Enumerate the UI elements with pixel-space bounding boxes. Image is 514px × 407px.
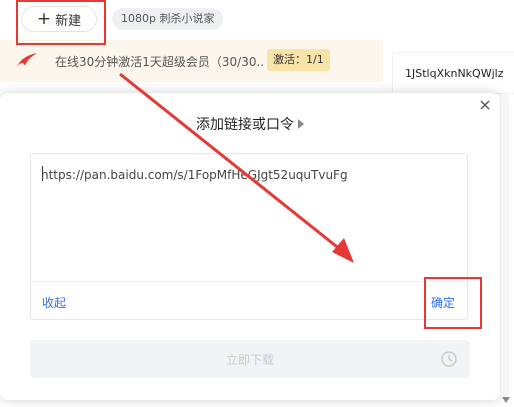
scrollbar[interactable]: [501, 95, 509, 400]
dialog-title-row: 添加链接或口令: [0, 114, 500, 134]
close-icon[interactable]: [478, 97, 492, 111]
plus-icon: +: [36, 8, 52, 29]
new-button-label: 新建: [55, 13, 82, 29]
caret-right-icon: [298, 119, 304, 129]
promo-banner[interactable]: 在线30分钟激活1天超级会员（30/30... 激活：1/1: [0, 40, 383, 82]
brand-logo-icon: [16, 52, 38, 72]
top-toolbar: + 新建 1080p 刺杀小说家: [0, 0, 514, 38]
search-history-chip[interactable]: 1080p 刺杀小说家: [112, 8, 224, 30]
collapse-button[interactable]: 收起: [42, 294, 66, 311]
dialog-title: 添加链接或口令: [196, 117, 294, 133]
promo-text: 在线30分钟激活1天超级会员（30/30...: [55, 55, 265, 69]
link-input-value[interactable]: https://pan.baidu.com/s/1FopMfHeGJgt52uq…: [41, 168, 348, 182]
input-divider: [31, 281, 467, 282]
new-button[interactable]: + 新建: [21, 6, 97, 32]
download-now-label: 立即下载: [225, 352, 274, 367]
activation-badge[interactable]: 激活：1/1: [267, 49, 330, 71]
file-list-item[interactable]: 1JStlqXknNkQWjlz: [392, 52, 514, 94]
confirm-button[interactable]: 确定: [431, 294, 455, 311]
scroll-down-icon[interactable]: [502, 388, 510, 407]
clock-icon[interactable]: [440, 350, 458, 372]
download-now-button[interactable]: 立即下载: [30, 340, 470, 378]
